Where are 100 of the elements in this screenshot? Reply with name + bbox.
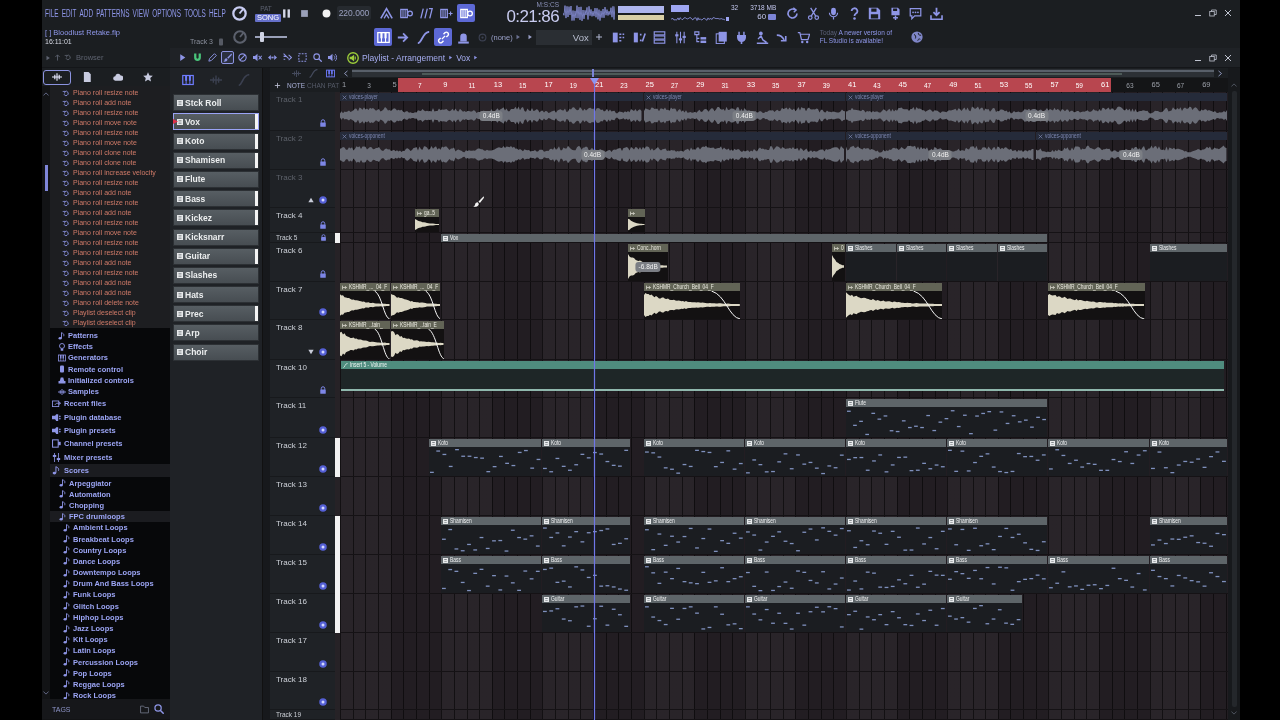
download-icon[interactable]: [929, 6, 943, 20]
tool-button[interactable]: [326, 51, 339, 64]
track-name[interactable]: Track 17: [276, 636, 307, 646]
pattern-button[interactable]: Choir: [173, 343, 259, 361]
track-name[interactable]: Track 18: [276, 675, 307, 685]
toggle-button[interactable]: [457, 4, 475, 22]
tool-button[interactable]: [251, 51, 264, 64]
dot-icon[interactable]: [319, 543, 327, 551]
restore-icon[interactable]: [1209, 53, 1217, 62]
restore-icon[interactable]: [1209, 9, 1217, 17]
dot-icon[interactable]: [319, 660, 327, 668]
refresh-icon[interactable]: [786, 6, 799, 20]
tool-button[interactable]: [221, 51, 234, 64]
channel-rack-icon[interactable]: [653, 30, 667, 44]
menu-item[interactable]: TOOLS: [184, 7, 206, 19]
browser-tree-icon[interactable]: [694, 30, 708, 44]
caret-icon[interactable]: [45, 54, 51, 61]
pause-icon[interactable]: [281, 7, 292, 19]
mixer-icon[interactable]: [673, 30, 687, 44]
dot-icon[interactable]: [319, 426, 327, 434]
scroll-left-icon[interactable]: [343, 69, 349, 77]
lock-icon[interactable]: [320, 234, 327, 241]
step-sequencer-icon[interactable]: [632, 30, 646, 44]
dot-icon[interactable]: [319, 196, 327, 204]
plug-icon[interactable]: [735, 30, 749, 44]
stop-icon[interactable]: [300, 8, 309, 18]
search-icon[interactable]: [154, 704, 164, 714]
toggle-button[interactable]: [374, 28, 392, 46]
pattern-field[interactable]: Vox: [535, 29, 592, 45]
track-name[interactable]: Track 15: [276, 558, 307, 568]
folder-icon[interactable]: [140, 704, 149, 714]
menu-item[interactable]: EDIT: [61, 7, 77, 19]
cart-icon[interactable]: [796, 30, 810, 44]
browser-tab[interactable]: [43, 69, 71, 85]
breadcrumb-item[interactable]: Vox: [456, 52, 471, 63]
track-name[interactable]: Track 16: [276, 597, 307, 607]
toggle-button[interactable]: [377, 4, 395, 22]
figure-icon[interactable]: [755, 30, 769, 44]
pattern-button[interactable]: Stck Roll: [173, 94, 259, 112]
sample-clip[interactable]: [628, 209, 646, 232]
grid-icon[interactable]: [612, 30, 626, 44]
close-icon[interactable]: [1224, 9, 1232, 17]
piano-keys-icon[interactable]: [182, 74, 194, 86]
pattern-button[interactable]: Shamisen: [173, 151, 259, 169]
down-triangle-icon[interactable]: [308, 349, 314, 355]
loop-region[interactable]: [398, 78, 1111, 92]
clipboard-icon[interactable]: [714, 30, 728, 44]
pattern-button[interactable]: Guitar: [173, 247, 259, 265]
piano-keys-icon[interactable]: [326, 68, 335, 78]
dot-icon[interactable]: [319, 504, 327, 512]
close-icon[interactable]: [1224, 53, 1232, 62]
dot-icon[interactable]: [319, 582, 327, 590]
pattern-button[interactable]: Slashes: [173, 266, 259, 284]
track-name[interactable]: Track 8: [276, 323, 303, 333]
pattern-button[interactable]: Flute: [173, 170, 259, 188]
lock-icon[interactable]: [319, 158, 327, 166]
track-name[interactable]: Track 7: [276, 285, 303, 295]
chat-icon[interactable]: [909, 6, 922, 20]
up-arrow-icon[interactable]: [54, 54, 61, 61]
menu-item[interactable]: VIEW: [132, 7, 149, 19]
track-name[interactable]: Track 13: [276, 480, 307, 490]
track-name[interactable]: Track 4: [276, 211, 303, 221]
tool-button[interactable]: [296, 51, 309, 64]
pattern-button[interactable]: Vox: [173, 113, 259, 131]
scissors-icon[interactable]: [806, 6, 820, 20]
pattern-button[interactable]: Hats: [173, 286, 259, 304]
track-name[interactable]: Track 6: [276, 246, 303, 256]
lock-icon[interactable]: [319, 386, 327, 394]
pattern-button[interactable]: Bass: [173, 190, 259, 208]
plus-icon[interactable]: [594, 33, 603, 41]
pattern-button[interactable]: Kickez: [173, 209, 259, 227]
track-name[interactable]: Track 14: [276, 519, 307, 529]
microphone-icon[interactable]: [827, 6, 840, 20]
tempo-field[interactable]: 220.000: [337, 6, 371, 20]
pattern-button[interactable]: Kicksnarr: [173, 228, 259, 246]
menu-item[interactable]: PATTERNS: [96, 7, 130, 19]
toggle-button[interactable]: [434, 28, 452, 46]
dot-icon[interactable]: [319, 621, 327, 629]
scroll-right-icon[interactable]: [1217, 69, 1223, 77]
lock-icon[interactable]: [319, 221, 327, 229]
dot-icon[interactable]: [319, 308, 327, 316]
pattern-button[interactable]: Prec: [173, 305, 259, 323]
menu-item[interactable]: OPTIONS: [152, 7, 181, 19]
dot-icon[interactable]: [319, 348, 327, 356]
dot-icon[interactable]: [319, 465, 327, 473]
scrollbar-thumb[interactable]: [44, 165, 48, 191]
menu-item[interactable]: ADD: [79, 7, 93, 19]
scroll-down-icon[interactable]: [43, 690, 49, 696]
pattern-button[interactable]: Arp: [173, 324, 259, 342]
menu-item[interactable]: HELP: [208, 7, 226, 19]
pitch-slider-thumb[interactable]: [259, 32, 264, 42]
menu-item[interactable]: FILE: [45, 7, 59, 19]
save-plus-icon[interactable]: [888, 6, 902, 20]
record-icon[interactable]: [322, 8, 331, 18]
globe-icon[interactable]: [910, 31, 923, 43]
track-name[interactable]: Track 11: [276, 401, 307, 411]
tool-button[interactable]: [311, 51, 324, 64]
pattern-button[interactable]: Koto: [173, 132, 259, 150]
tool-button[interactable]: [191, 51, 204, 64]
track-name[interactable]: Track 10: [276, 363, 307, 373]
